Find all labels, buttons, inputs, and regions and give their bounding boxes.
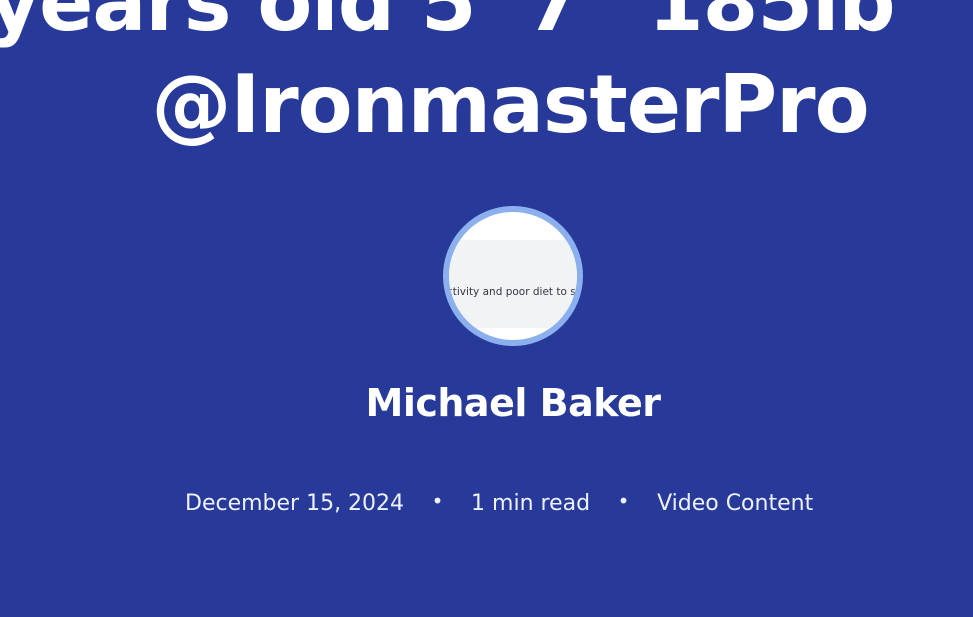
author-avatar[interactable]: ctivity and poor diet to s — [443, 206, 583, 346]
post-hero: years old 5' 7" 185lb @IronmasterPro cti… — [0, 0, 973, 617]
post-category-link[interactable]: Video Content — [657, 491, 813, 516]
post-title-line-2: @IronmasterPro — [151, 58, 869, 151]
author-name[interactable]: Michael Baker — [0, 378, 973, 428]
avatar-image — [449, 240, 577, 328]
meta-separator-dot: • — [617, 489, 630, 513]
post-read-time: 1 min read — [471, 490, 591, 516]
meta-separator-dot: • — [431, 489, 444, 513]
post-title-line-1: years old 5' 7" 185lb — [0, 0, 896, 49]
post-date: December 15, 2024 — [185, 490, 405, 516]
post-meta: December 15, 2024 • 1 min read • Video C… — [185, 486, 813, 520]
avatar-image-text: ctivity and poor diet to s — [447, 286, 576, 298]
